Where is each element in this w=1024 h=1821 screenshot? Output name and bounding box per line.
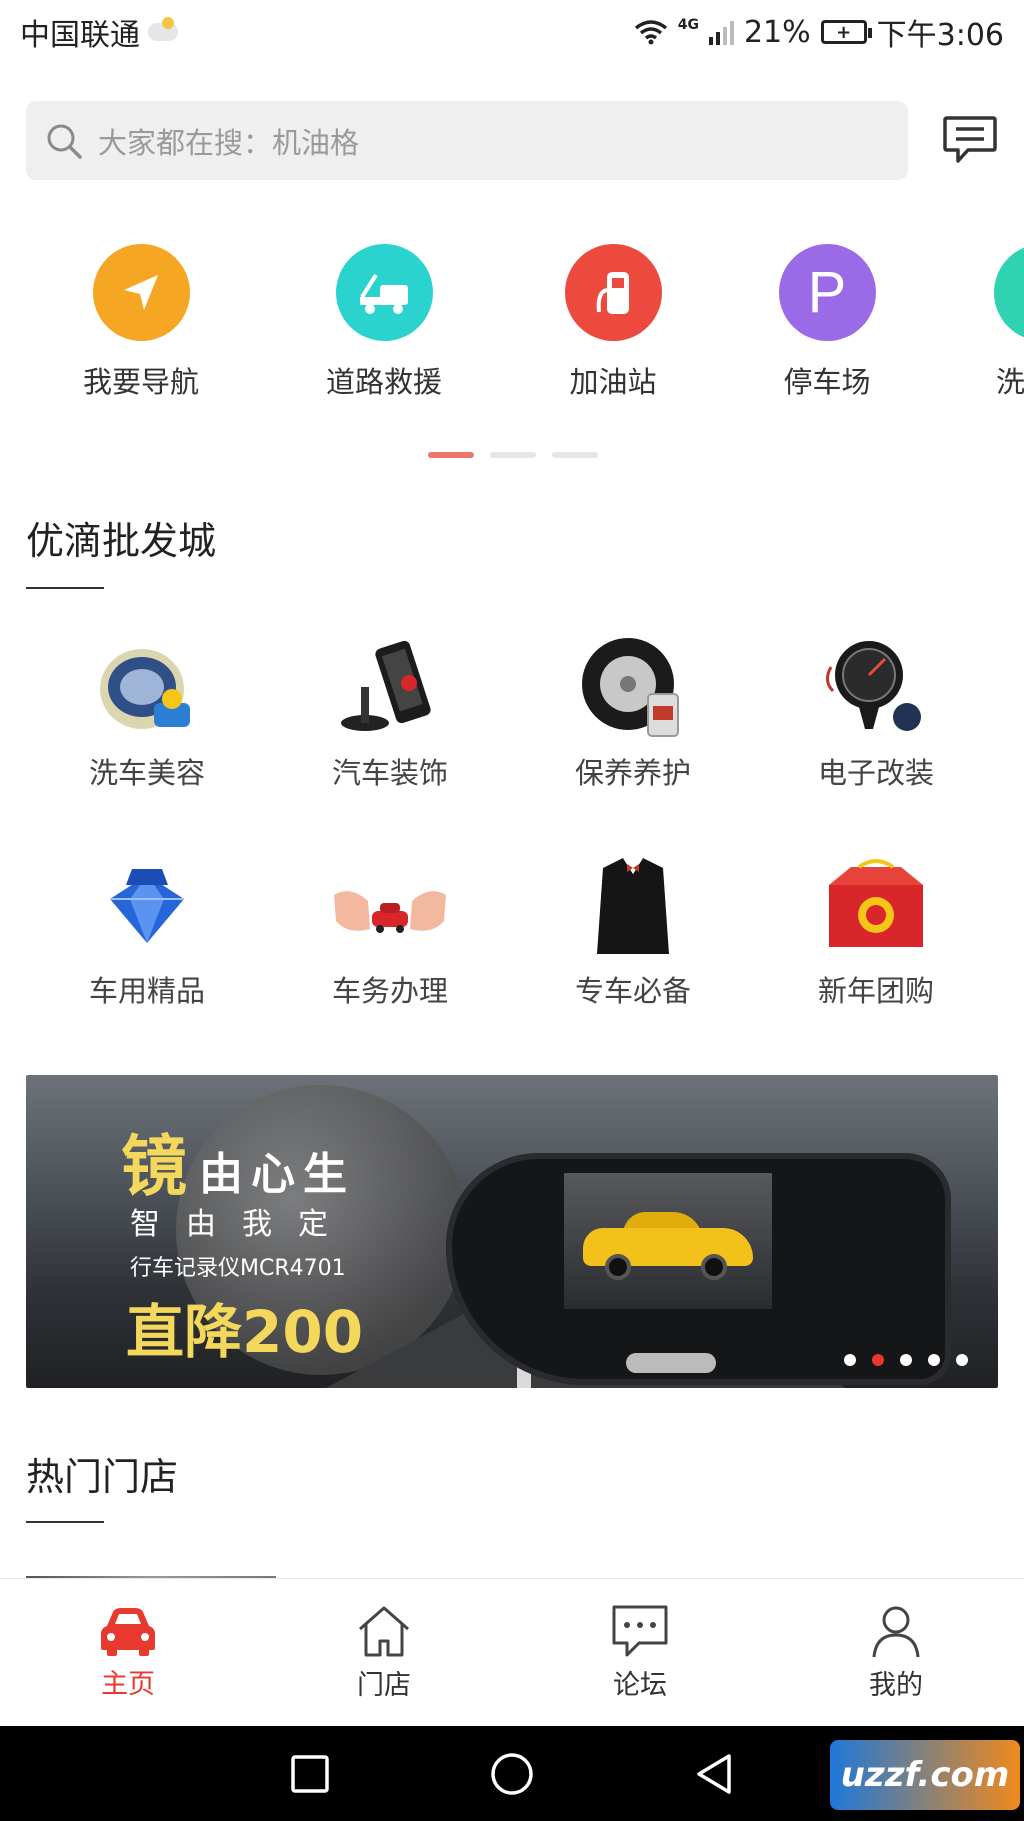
user-icon (872, 1606, 920, 1658)
quick-actions: 我要导航 道路救援 加油站 P 停车场 洗 (0, 244, 1024, 404)
car-wash-icon (994, 244, 1024, 341)
quick-label: 加油站 (569, 365, 657, 399)
banner-dot (872, 1354, 884, 1366)
category-chauffeur[interactable]: 专车必备 (538, 850, 728, 1010)
category-label: 车用精品 (88, 974, 205, 1008)
watermark-text: uzzf.com (840, 1755, 1010, 1795)
banner-dot (956, 1354, 968, 1366)
search-placeholder: 大家都在搜：机油格 (98, 125, 360, 160)
quick-label: 停车场 (783, 365, 871, 399)
message-icon (943, 116, 997, 163)
quick-navigate[interactable]: 我要导航 (71, 244, 211, 401)
category-label: 新年团购 (817, 974, 934, 1008)
hot-stores-title: 热门门店 (26, 1455, 179, 1499)
mirror-screen (564, 1173, 772, 1309)
status-bar: 中国联通 4G 21% + 下午3:06 (0, 0, 1024, 64)
category-electronics[interactable]: 电子改装 (781, 632, 971, 792)
bottom-tab-bar: 主页 门店 论坛 我的 (0, 1578, 1024, 1726)
category-label: 专车必备 (574, 974, 691, 1008)
sports-car-image (583, 1206, 753, 1280)
network-type: 4G (677, 17, 699, 33)
quick-label: 洗 (996, 365, 1024, 399)
carrier-name: 中国联通 (20, 18, 140, 53)
quick-car-wash[interactable]: 洗 (944, 244, 1024, 401)
category-new-year[interactable]: 新年团购 (781, 850, 971, 1010)
quick-gas-station[interactable]: 加油站 (543, 244, 683, 401)
wifi-icon (634, 20, 667, 45)
banner-headline-big: 镜 (121, 1127, 187, 1205)
pager-dot (428, 452, 474, 458)
quick-road-rescue[interactable]: 道路救援 (314, 244, 454, 401)
banner-dot (900, 1354, 912, 1366)
tab-profile[interactable]: 我的 (768, 1579, 1024, 1726)
hands-car-icon (330, 850, 450, 960)
quick-pager (428, 452, 598, 458)
category-premium[interactable]: 车用精品 (52, 850, 242, 1010)
gift-box-icon (816, 850, 936, 960)
category-label: 汽车装饰 (331, 756, 448, 790)
banner-dot (928, 1354, 940, 1366)
car-icon (101, 1608, 155, 1656)
category-car-services[interactable]: 车务办理 (295, 850, 485, 1010)
pager-dot (490, 452, 536, 458)
category-label: 保养养护 (574, 756, 691, 790)
parking-icon: P (778, 244, 876, 341)
quick-parking[interactable]: P 停车场 (757, 244, 897, 401)
search-icon (47, 124, 82, 159)
watermark-logo: uzzf.com (830, 1740, 1020, 1810)
tab-stores[interactable]: 门店 (256, 1579, 512, 1726)
tab-label: 我的 (869, 1670, 923, 1701)
battery-percent: 21% (743, 14, 811, 50)
category-maintenance[interactable]: 保养养护 (538, 632, 728, 792)
banner-pager (844, 1354, 968, 1366)
promo-banner[interactable]: 镜 由心生 智由我定 行车记录仪MCR4701 直降200 (26, 1075, 998, 1388)
tab-home[interactable]: 主页 (0, 1579, 256, 1726)
signal-icon (708, 19, 734, 45)
navigation-arrow-icon (92, 244, 190, 341)
tab-label: 门店 (357, 1670, 411, 1701)
parking-glyph: P (807, 260, 847, 325)
phone-holder-icon (330, 632, 450, 742)
tab-label: 主页 (101, 1669, 155, 1700)
category-label: 车务办理 (331, 974, 448, 1008)
banner-subline: 智由我定 (130, 1207, 354, 1242)
category-label: 洗车美容 (88, 756, 205, 790)
section-underline (26, 1521, 104, 1523)
speedometer-icon (816, 632, 936, 742)
banner-headline-rest: 由心生 (199, 1149, 355, 1200)
search-bar[interactable]: 大家都在搜：机油格 (26, 101, 908, 180)
category-label: 电子改装 (817, 756, 934, 790)
banner-product: 行车记录仪MCR4701 (130, 1256, 346, 1281)
recents-button[interactable] (290, 1754, 330, 1794)
banner-headline: 镜 由心生 (121, 1113, 355, 1209)
category-car-decor[interactable]: 汽车装饰 (295, 632, 485, 792)
wholesale-title: 优滴批发城 (26, 519, 217, 563)
battery-icon: + (820, 20, 872, 44)
tab-label: 论坛 (613, 1670, 667, 1701)
clock: 下午3:06 (876, 18, 1004, 53)
mirror-buttons (626, 1353, 716, 1373)
quick-label: 道路救援 (325, 365, 442, 399)
tab-forum[interactable]: 论坛 (512, 1579, 768, 1726)
crystal-perfume-icon (87, 850, 207, 960)
dashcam-mirror-image (446, 1153, 951, 1385)
banner-dot (844, 1354, 856, 1366)
banner-promo: 直降200 (126, 1298, 364, 1366)
home-icon (359, 1606, 409, 1657)
category-car-wash[interactable]: 洗车美容 (52, 632, 242, 792)
chat-bubble-icon (612, 1605, 668, 1657)
tire-oil-icon (573, 632, 693, 742)
home-button[interactable] (490, 1752, 534, 1796)
car-wax-icon (87, 632, 207, 742)
weather-icon (148, 17, 178, 41)
section-underline (26, 587, 104, 589)
fuel-pump-icon (564, 244, 662, 341)
back-button[interactable] (694, 1752, 734, 1796)
suit-icon (573, 850, 693, 960)
tow-truck-icon (335, 244, 433, 341)
pager-dot (552, 452, 598, 458)
message-button[interactable] (940, 110, 1000, 170)
quick-label: 我要导航 (82, 365, 199, 399)
